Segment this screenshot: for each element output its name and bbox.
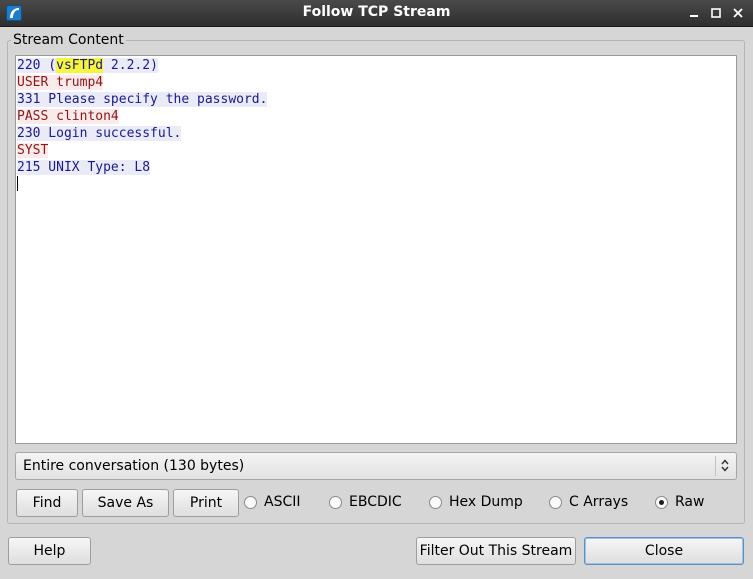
maximize-icon[interactable] [707, 4, 725, 22]
minimize-icon[interactable] [685, 4, 703, 22]
updown-arrows-icon [715, 456, 733, 476]
stream-line: 220 (vsFTPd 2.2.2) [17, 58, 158, 73]
stream-line: PASS clinton4 [17, 109, 119, 124]
search-highlight: vsFTPd [56, 58, 104, 73]
window-title: Follow TCP Stream [302, 4, 451, 20]
format-radio-hex-dump[interactable]: Hex Dump [429, 494, 529, 512]
stream-line: USER trump4 [17, 75, 104, 90]
print-button[interactable]: Print [173, 489, 239, 517]
stream-line: SYST [17, 143, 49, 158]
stream-line: 230 Login successful. [17, 126, 182, 141]
format-radio-ebcdic[interactable]: EBCDIC [329, 494, 409, 512]
radio-indicator [329, 496, 342, 509]
text-caret [17, 176, 18, 191]
help-button[interactable]: Help [8, 537, 91, 565]
stream-content-textarea[interactable]: 220 (vsFTPd 2.2.2) USER trump4 331 Pleas… [15, 55, 737, 444]
radio-indicator [244, 496, 257, 509]
conversation-select-value: Entire conversation (130 bytes) [23, 458, 245, 474]
filter-out-stream-button[interactable]: Filter Out This Stream [416, 537, 576, 565]
close-icon[interactable] [729, 4, 747, 22]
format-radio-c-arrays[interactable]: C Arrays [549, 494, 639, 512]
find-button[interactable]: Find [16, 489, 78, 517]
stream-content-label: Stream Content [11, 32, 126, 48]
stream-line: 331 Please specify the password. [17, 92, 268, 107]
window-titlebar[interactable]: Follow TCP Stream [0, 0, 753, 27]
format-radio-raw[interactable]: Raw [655, 494, 715, 512]
conversation-select[interactable]: Entire conversation (130 bytes) [15, 452, 737, 480]
save-as-button[interactable]: Save As [82, 489, 169, 517]
stream-line: 215 UNIX Type: L8 [17, 160, 151, 175]
radio-indicator-selected [655, 496, 668, 509]
format-radio-ascii[interactable]: ASCII [244, 494, 314, 512]
radio-indicator [549, 496, 562, 509]
radio-indicator [429, 496, 442, 509]
close-button[interactable]: Close [584, 537, 744, 565]
